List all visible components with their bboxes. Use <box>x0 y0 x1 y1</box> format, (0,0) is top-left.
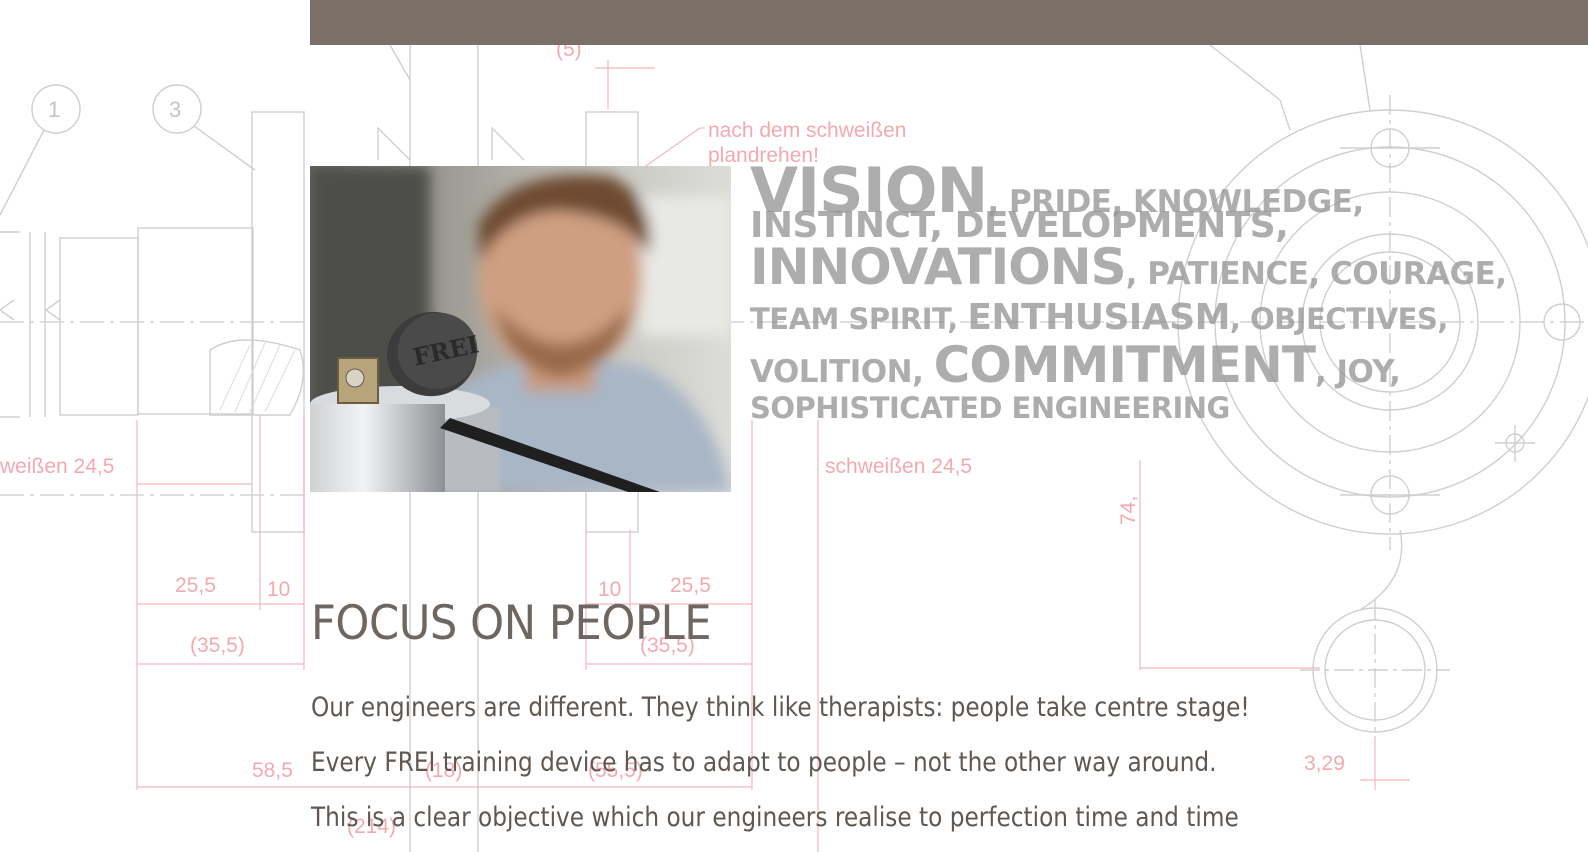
engineer-photo: FREI <box>310 166 731 492</box>
dim-left-25: 25,5 <box>175 574 216 597</box>
word-cloud-line-3: INNOVATIONS, PATIENCE, COURAGE, <box>750 242 1550 292</box>
balloon-1-label: 1 <box>48 97 60 122</box>
section-body: Our engineers are different. They think … <box>311 680 1257 845</box>
dim-58: 58,5 <box>252 759 293 782</box>
word-enthusiasm: ENTHUSIASM <box>967 297 1230 338</box>
word-volition: VOLITION, <box>750 354 934 390</box>
word-cloud-line-6: SOPHISTICATED ENGINEERING <box>750 391 1230 425</box>
section-title: FOCUS ON PEOPLE <box>311 596 712 651</box>
word-cloud-line-5: VOLITION, COMMITMENT, JOY, <box>750 340 1550 390</box>
words-patience-courage: , PATIENCE, COURAGE, <box>1125 256 1507 292</box>
body-line-3: This is a clear objective which our engi… <box>311 802 1239 833</box>
dim-74: 74, <box>1117 496 1140 525</box>
weld-label-left: weißen 24,5 <box>0 455 114 478</box>
top-header-bar <box>310 0 1588 45</box>
word-cloud-line-4: TEAM SPIRIT, ENTHUSIASM, OBJECTIVES, <box>750 300 1550 336</box>
dim-right-25: 25,5 <box>670 574 711 597</box>
word-innovations: INNOVATIONS <box>750 238 1127 296</box>
dim-329: 3,29 <box>1304 752 1345 775</box>
balloon-3-label: 3 <box>169 97 181 122</box>
weld-label-center: schweißen 24,5 <box>825 455 972 478</box>
values-word-cloud: VISION, PRIDE, KNOWLEDGE, INSTINCT, DEVE… <box>750 160 1550 423</box>
dim-left-10: 10 <box>267 578 290 601</box>
word-objectives: , OBJECTIVES, <box>1229 302 1448 336</box>
word-commitment: COMMITMENT <box>933 336 1316 394</box>
drawing-note-line1: nach dem schweißen <box>708 119 906 142</box>
words-team-spirit: TEAM SPIRIT, <box>750 302 968 336</box>
body-line-2: Every FREI training device has to adapt … <box>311 747 1217 778</box>
dim-left-35: (35,5) <box>190 634 245 657</box>
word-joy: , JOY, <box>1314 354 1401 390</box>
body-line-1: Our engineers are different. They think … <box>311 692 1250 723</box>
